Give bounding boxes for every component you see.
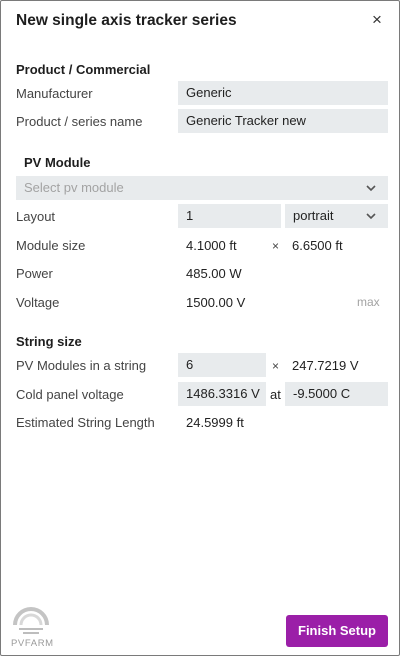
product-section-title: Product / Commercial [16,62,151,77]
pv-module-select-placeholder: Select pv module [24,180,124,195]
layout-orientation-select[interactable]: portrait [285,204,388,228]
layout-orientation-value: portrait [293,208,334,223]
dialog-title: New single axis tracker series [16,12,237,29]
cold-panel-voltage-input[interactable]: 1486.3316 V [178,382,266,406]
layout-count-input[interactable]: 1 [178,204,281,228]
power-value: 485.00 W [186,266,242,281]
chevron-down-icon [366,213,376,220]
at-label: at [270,387,281,402]
pv-module-section-title: PV Module [24,155,91,170]
module-height-value: 6.6500 ft [292,238,343,253]
logo-text: PVFARM [11,638,54,649]
power-label: Power [16,266,53,281]
voltage-label: Voltage [16,295,60,310]
string-size-section-title: String size [16,334,82,349]
cold-temperature-input[interactable]: -9.5000 C [285,382,388,406]
layout-label: Layout [16,209,56,224]
module-size-label: Module size [16,238,86,253]
times-icon: × [272,239,280,253]
close-icon[interactable]: × [369,11,385,29]
voltage-value: 1500.00 V [186,295,246,310]
module-width-value: 4.1000 ft [186,238,237,253]
series-name-label: Product / series name [16,114,143,129]
finish-setup-button[interactable]: Finish Setup [286,615,388,647]
times-icon: × [272,359,280,373]
chevron-down-icon [366,185,376,192]
cold-panel-voltage-label: Cold panel voltage [16,387,124,402]
series-name-input[interactable]: Generic Tracker new [178,109,388,133]
pv-module-select[interactable]: Select pv module [16,176,388,200]
string-length-value: 24.5999 ft [186,415,244,430]
manufacturer-label: Manufacturer [16,86,93,101]
string-length-label: Estimated String Length [16,415,155,430]
voltage-max-note: max [357,295,380,309]
string-voltage-value: 247.7219 V [292,358,359,373]
modules-in-string-label: PV Modules in a string [16,358,147,373]
new-tracker-series-dialog: New single axis tracker series × Product… [0,0,400,656]
modules-in-string-input[interactable]: 6 [178,353,266,377]
manufacturer-input[interactable]: Generic [178,81,388,105]
pvfarm-logo-icon: PVFARM [11,603,54,651]
sun-arc-icon [13,607,49,634]
